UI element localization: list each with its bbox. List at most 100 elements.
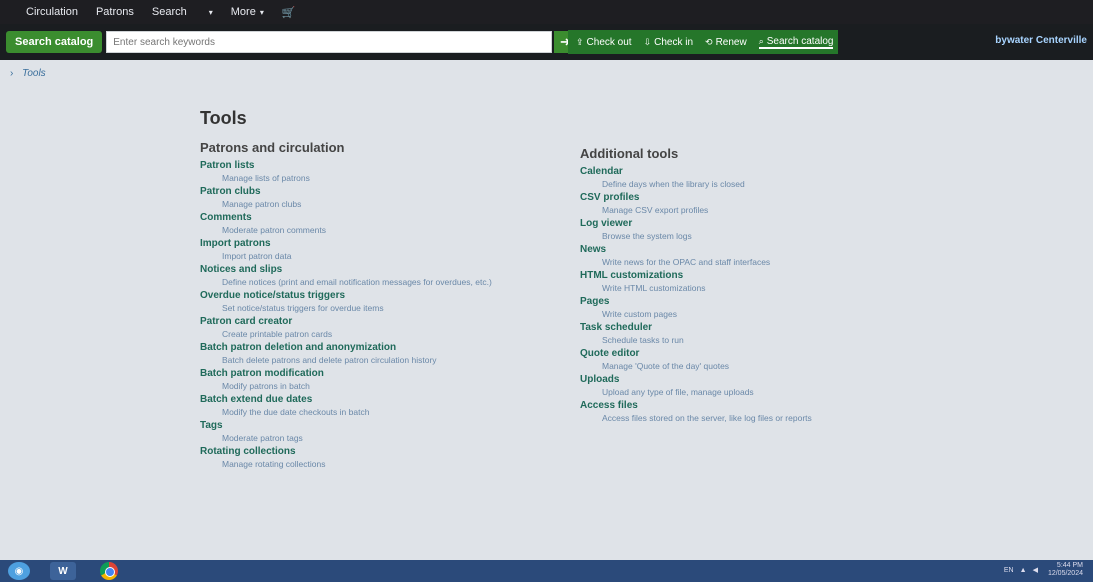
breadcrumb-separator-icon: › (10, 68, 14, 79)
tool-link[interactable]: Patron clubs (200, 185, 560, 198)
tool-item: Quote editor Manage 'Quote of the day' qu… (580, 347, 960, 373)
tool-description: Manage 'Quote of the day' quotes (602, 361, 730, 371)
tool-description: Set notice/status triggers for overdue i… (222, 303, 384, 313)
tool-link[interactable]: Batch patron deletion and anonymization (200, 341, 560, 354)
tool-item: Patron card creator Create printable patr… (200, 315, 560, 341)
tool-description: Manage patron clubs (222, 199, 302, 209)
tool-link[interactable]: Tags (200, 419, 560, 432)
tool-description: Browse the system logs (602, 231, 692, 241)
tool-description: Manage CSV export profiles (602, 205, 709, 215)
library-name[interactable]: bywater Centerville (995, 35, 1087, 46)
tool-description: Manage rotating collections (222, 459, 326, 469)
tool-link[interactable]: CSV profiles (580, 191, 960, 204)
breadcrumb-current[interactable]: Tools (22, 68, 46, 79)
tool-link[interactable]: Notices and slips (200, 263, 560, 276)
download-icon: ⇩ (643, 36, 652, 47)
word-app-icon[interactable]: W (50, 562, 76, 580)
language-indicator[interactable]: EN (1004, 567, 1014, 574)
tool-item: News Write news for the OPAC and staff in… (580, 243, 960, 269)
network-icon[interactable]: ▲ (1020, 567, 1027, 574)
tool-description: Moderate patron tags (222, 433, 303, 443)
section-heading: Additional tools (580, 146, 679, 161)
start-button-icon[interactable]: ◉ (8, 562, 30, 580)
tool-description: Create printable patron cards (222, 329, 333, 339)
tool-link[interactable]: Overdue notice/status triggers (200, 289, 560, 302)
nav-search[interactable]: Search (143, 0, 196, 24)
tool-link[interactable]: Import patrons (200, 237, 560, 250)
tool-link[interactable]: Quote editor (580, 347, 960, 360)
tool-link[interactable]: Batch patron modification (200, 367, 560, 380)
top-nav-bar: Circulation Patrons Search ▾ More ▾ 🛒 (0, 0, 1093, 24)
tool-item: Import patrons Import patron data (200, 237, 560, 263)
tool-item: Calendar Define days when the library is … (580, 165, 960, 191)
tool-link[interactable]: HTML customizations (580, 269, 960, 282)
tool-item: Rotating collections Manage rotating coll… (200, 445, 560, 471)
chrome-icon (100, 562, 118, 580)
patrons-circulation-section: Patrons and circulation Patron lists Mana… (200, 140, 560, 471)
tool-item: Tags Moderate patron tags (200, 419, 560, 445)
breadcrumb: › Tools (10, 68, 46, 79)
check-in-button[interactable]: ⇩ Check in (644, 37, 693, 48)
search-bar: Search catalog ➜ ⇪Check out ⇩Check in ⟲R… (0, 24, 1093, 60)
search-input[interactable] (106, 31, 553, 53)
tool-item: Pages Write custom pages (580, 295, 960, 321)
tool-link[interactable]: Patron lists (200, 159, 560, 172)
tool-item: Uploads Upload any type of file, manage u… (580, 373, 960, 399)
clock-date: 12/05/2024 (1047, 570, 1083, 577)
tool-link[interactable]: Patron card creator (200, 315, 560, 328)
chevron-down-icon: ▾ (259, 7, 264, 17)
tool-link[interactable]: Rotating collections (200, 445, 560, 458)
tool-link[interactable]: Comments (200, 211, 560, 224)
tool-item: Notices and slips Define notices (print a… (200, 263, 560, 289)
tool-link[interactable]: Batch extend due dates (200, 393, 560, 406)
section-heading: Patrons and circulation (200, 140, 345, 155)
tool-item: Patron lists Manage lists of patrons (200, 159, 560, 185)
cart-icon[interactable]: 🛒 (273, 0, 305, 24)
tool-list: Calendar Define days when the library is … (580, 165, 960, 425)
check-out-button[interactable]: ⇪ Check out (576, 37, 632, 48)
tool-item: Task scheduler Schedule tasks to run (580, 321, 960, 347)
circulation-actions: ⇪ Check out ⇩ Check in ⟲ Renew ⌕ Search cata… (568, 30, 838, 54)
tool-item: Batch patron deletion and anonymization B… (200, 341, 560, 367)
volume-icon[interactable]: ◀ (1033, 566, 1038, 574)
tool-link[interactable]: Task scheduler (580, 321, 960, 334)
search-icon: ⌕ (758, 35, 764, 46)
tool-description: Upload any type of file, manage uploads (602, 387, 754, 397)
additional-tools-section: Additional tools Calendar Define days whe… (580, 146, 960, 425)
tool-description: Moderate patron comments (222, 225, 326, 235)
renew-button[interactable]: ⟲ Renew (705, 37, 747, 48)
tool-description: Define days when the library is closed (602, 179, 745, 189)
tool-item: Comments Moderate patron comments (200, 211, 560, 237)
nav-circulation[interactable]: Circulation (0, 0, 87, 24)
upload-icon: ⇪ (576, 36, 584, 47)
nav-patrons[interactable]: Patrons (87, 0, 143, 24)
tool-description: Schedule tasks to run (602, 335, 684, 345)
tool-link[interactable]: Uploads (580, 373, 960, 386)
tool-link[interactable]: Log viewer (580, 217, 960, 230)
chrome-app-button[interactable] (96, 562, 122, 580)
nav-search-caret[interactable]: ▾ (196, 0, 222, 24)
tool-description: Batch delete patrons and delete patron c… (222, 355, 437, 365)
tool-link[interactable]: Pages (580, 295, 960, 308)
tool-item: Patron clubs Manage patron clubs (200, 185, 560, 211)
tool-item: Batch patron modification Modify patrons … (200, 367, 560, 393)
nav-more[interactable]: More ▾ (222, 0, 273, 24)
tool-description: Import patron data (222, 251, 292, 261)
page-title: Tools (200, 108, 247, 128)
tool-description: Write news for the OPAC and staff interf… (602, 257, 771, 267)
tool-link[interactable]: Access files (580, 399, 960, 412)
tool-link[interactable]: Calendar (580, 165, 960, 178)
tool-item: HTML customizations Write HTML customizat… (580, 269, 960, 295)
nav-more-label: More (230, 6, 256, 18)
tool-link[interactable]: News (580, 243, 960, 256)
tool-description: Modify patrons in batch (222, 381, 310, 391)
tool-description: Write custom pages (602, 309, 677, 319)
tool-description: Manage lists of patrons (222, 173, 310, 183)
clock[interactable]: 5:44 PM 12/05/2024 (1048, 562, 1083, 578)
chevron-down-icon: ▾ (208, 7, 213, 17)
search-catalog-button[interactable]: ⌕ Search catalog (758, 35, 834, 49)
renew-label: Renew (715, 36, 747, 48)
tool-description: Modify the due date checkouts in batch (222, 407, 370, 417)
tool-item: Overdue notice/status triggers Set notice… (200, 289, 560, 315)
search-catalog-tab[interactable]: Search catalog (6, 31, 103, 53)
